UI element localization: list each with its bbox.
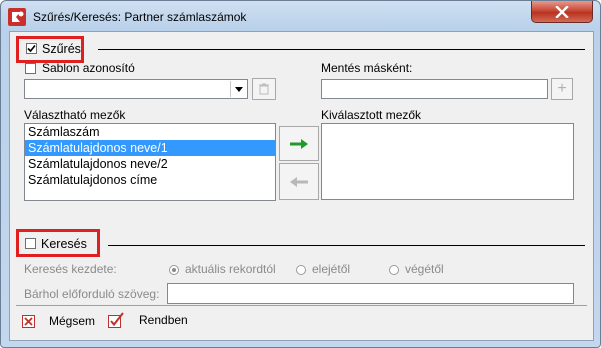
radio-from-start[interactable] xyxy=(296,265,306,275)
title-bar: Szűrés/Keresés: Partner számlaszámok xyxy=(1,1,600,31)
available-fields-list[interactable]: Számlaszám Számlatulajdonos neve/1 Számlat… xyxy=(24,123,276,201)
ok-button[interactable]: Rendben xyxy=(108,310,188,330)
chevron-down-icon xyxy=(234,86,243,92)
search-section-label: Keresés xyxy=(41,237,87,251)
available-field-item[interactable]: Számlaszám xyxy=(25,124,275,140)
close-icon xyxy=(555,5,569,18)
ok-label: Rendben xyxy=(139,313,188,327)
remove-field-button[interactable] xyxy=(279,163,319,200)
ok-check-icon xyxy=(108,312,124,328)
search-checkbox[interactable] xyxy=(25,238,36,249)
radio-from-end-label: végétől xyxy=(405,262,444,276)
anywhere-text-input[interactable] xyxy=(167,283,574,304)
available-fields-label: Választható mezők xyxy=(24,108,126,122)
save-as-add-button[interactable]: + xyxy=(551,78,573,100)
filter-divider xyxy=(98,49,585,50)
footer-divider xyxy=(16,305,587,306)
cancel-label: Mégsem xyxy=(49,314,96,328)
anywhere-text-label: Bárhol előforduló szöveg: xyxy=(24,287,160,301)
cancel-button[interactable]: Mégsem xyxy=(22,312,95,330)
add-field-button[interactable] xyxy=(279,126,319,161)
window-title: Szűrés/Keresés: Partner számlaszámok xyxy=(33,10,247,24)
save-as-input[interactable] xyxy=(321,79,548,99)
template-delete-button[interactable] xyxy=(252,78,276,100)
search-start-label: Keresés kezdete: xyxy=(24,262,117,276)
plus-icon: + xyxy=(557,80,567,97)
arrow-right-icon xyxy=(290,138,308,149)
template-id-label: Sablon azonosító xyxy=(42,61,135,75)
template-id-checkbox[interactable] xyxy=(25,63,36,74)
cancel-icon xyxy=(22,314,35,328)
filter-section-label: Szűrés xyxy=(42,42,81,56)
filter-checkbox[interactable] xyxy=(26,43,37,54)
dropdown-arrow-button[interactable] xyxy=(230,81,246,97)
dialog-window: Szűrés/Keresés: Partner számlaszámok Szű… xyxy=(0,0,601,348)
radio-from-start-label: elejétől xyxy=(312,262,351,276)
check-icon xyxy=(27,44,36,53)
template-id-select[interactable] xyxy=(24,79,248,99)
selected-fields-label: Kiválasztott mezők xyxy=(321,108,422,122)
trash-icon xyxy=(259,83,269,95)
radio-current-record-label: aktuális rekordtól xyxy=(185,262,276,276)
available-field-item[interactable]: Számlatulajdonos neve/2 xyxy=(25,156,275,172)
app-icon xyxy=(8,8,26,26)
close-button[interactable] xyxy=(531,1,593,23)
search-divider xyxy=(108,245,585,246)
arrow-left-icon xyxy=(290,176,308,187)
available-field-item[interactable]: Számlatulajdonos neve/1 xyxy=(25,140,275,156)
radio-current-record[interactable] xyxy=(169,265,179,275)
dialog-body: Szűrés Sablon azonosító Mentés másként: … xyxy=(9,31,594,341)
save-as-label: Mentés másként: xyxy=(321,61,413,75)
radio-from-end[interactable] xyxy=(389,265,399,275)
selected-fields-list[interactable] xyxy=(321,123,574,200)
available-field-item[interactable]: Számlatulajdonos címe xyxy=(25,172,275,188)
